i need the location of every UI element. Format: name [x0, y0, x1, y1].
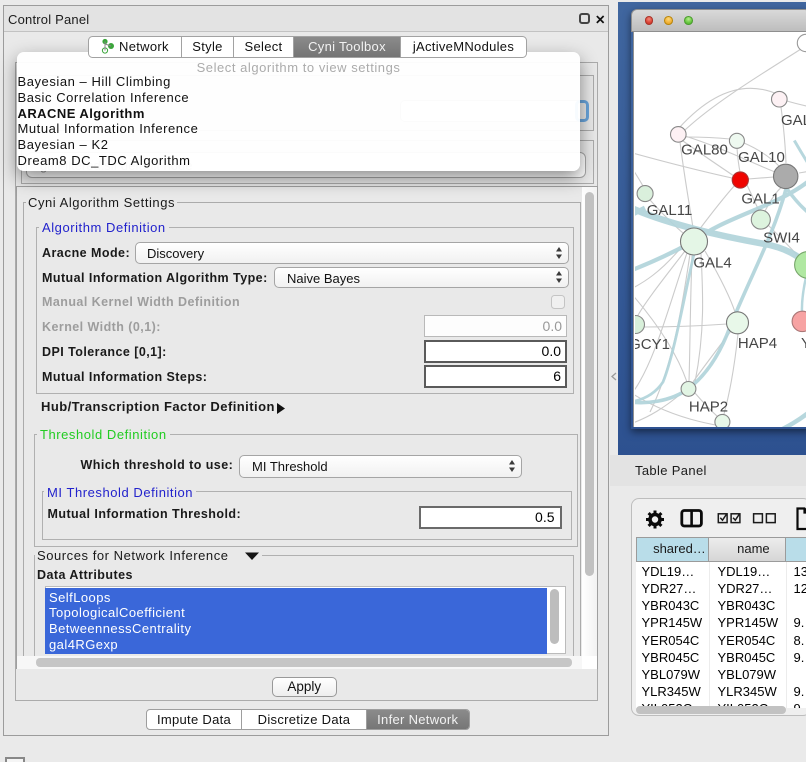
svg-text:SWI4: SWI4 — [763, 229, 800, 246]
svg-text:YM: YM — [801, 335, 806, 352]
svg-text:HAP4: HAP4 — [737, 335, 776, 352]
svg-text:GAL10: GAL10 — [738, 149, 785, 166]
svg-text:GCY1: GCY1 — [635, 336, 670, 353]
svg-text:GAL1: GAL1 — [741, 190, 779, 207]
svg-text:HAP2: HAP2 — [688, 398, 727, 415]
svg-text:GAL80: GAL80 — [681, 141, 728, 158]
svg-text:GAL11: GAL11 — [646, 202, 692, 219]
svg-text:GAL7: GAL7 — [781, 112, 806, 129]
svg-text:GAL4: GAL4 — [693, 254, 731, 271]
